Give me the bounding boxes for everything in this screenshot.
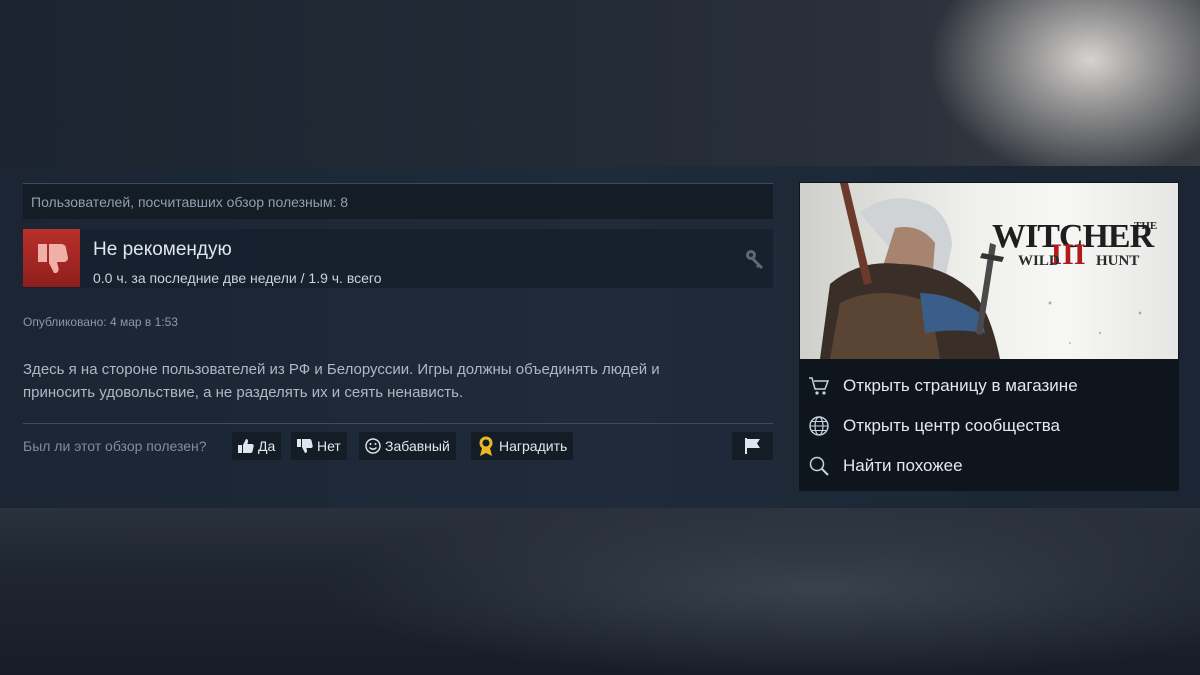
game-card: THE WITCHER III WILD HUNT Открыть страни…: [799, 182, 1179, 491]
background-bottom: [0, 508, 1200, 675]
logo-hunt: HUNT: [1096, 253, 1139, 269]
helpful-summary: Пользователей, посчитавших обзор полезны…: [23, 183, 773, 219]
vote-yes-button[interactable]: Да: [232, 432, 282, 460]
review-text-line: приносить удовольствие, а не разделять и…: [23, 384, 464, 401]
posted-date: Опубликовано: 4 мар в 1:53: [23, 315, 178, 329]
thumbs-down-box: [23, 229, 80, 287]
review-text: Здесь я на стороне пользователей из РФ и…: [23, 358, 773, 404]
vote-funny-button[interactable]: Забавный: [359, 432, 456, 460]
search-icon: [809, 456, 829, 476]
review-header[interactable]: Не рекомендую 0.0 ч. за последние две не…: [23, 229, 773, 288]
smiley-icon: [365, 438, 381, 454]
vote-row: Был ли этот обзор полезен? Да Нет Забавн…: [23, 432, 773, 460]
find-similar-link[interactable]: Найти похожее: [799, 446, 1179, 486]
thumbs-down-small-icon: [297, 439, 313, 453]
find-similar-label: Найти похожее: [843, 456, 963, 475]
vote-yes-label: Да: [258, 438, 276, 454]
open-community-hub-link[interactable]: Открыть центр сообщества: [799, 406, 1179, 446]
game-capsule-image[interactable]: THE WITCHER III WILD HUNT: [800, 183, 1178, 359]
report-flag-button[interactable]: [732, 432, 773, 460]
vote-no-button[interactable]: Нет: [291, 432, 347, 460]
divider: [23, 423, 773, 424]
logo-wild: WILD: [1018, 253, 1060, 269]
flag-icon: [744, 438, 760, 454]
thumbs-up-icon: [238, 439, 254, 453]
vote-no-label: Нет: [317, 438, 341, 454]
open-store-page-link[interactable]: Открыть страницу в магазине: [799, 366, 1179, 406]
open-store-page-label: Открыть страницу в магазине: [843, 376, 1078, 395]
vote-question: Был ли этот обзор полезен?: [23, 438, 207, 454]
background-top: [0, 0, 1200, 166]
cart-icon: [809, 377, 830, 395]
open-community-hub-label: Открыть центр сообщества: [843, 416, 1061, 435]
key-icon: [743, 247, 767, 271]
vote-funny-label: Забавный: [385, 438, 450, 454]
award-medal-icon: [479, 436, 493, 456]
playtime-hours: 0.0 ч. за последние две недели / 1.9 ч. …: [93, 270, 382, 286]
award-button[interactable]: Наградить: [471, 432, 574, 460]
review-text-line: Здесь я на стороне пользователей из РФ и…: [23, 361, 660, 378]
thumbs-down-icon: [37, 244, 68, 273]
award-label: Наградить: [499, 438, 568, 454]
witcher-art: THE WITCHER III WILD HUNT: [820, 183, 1157, 359]
review-verdict: Не рекомендую: [93, 239, 232, 260]
globe-icon: [809, 416, 829, 436]
